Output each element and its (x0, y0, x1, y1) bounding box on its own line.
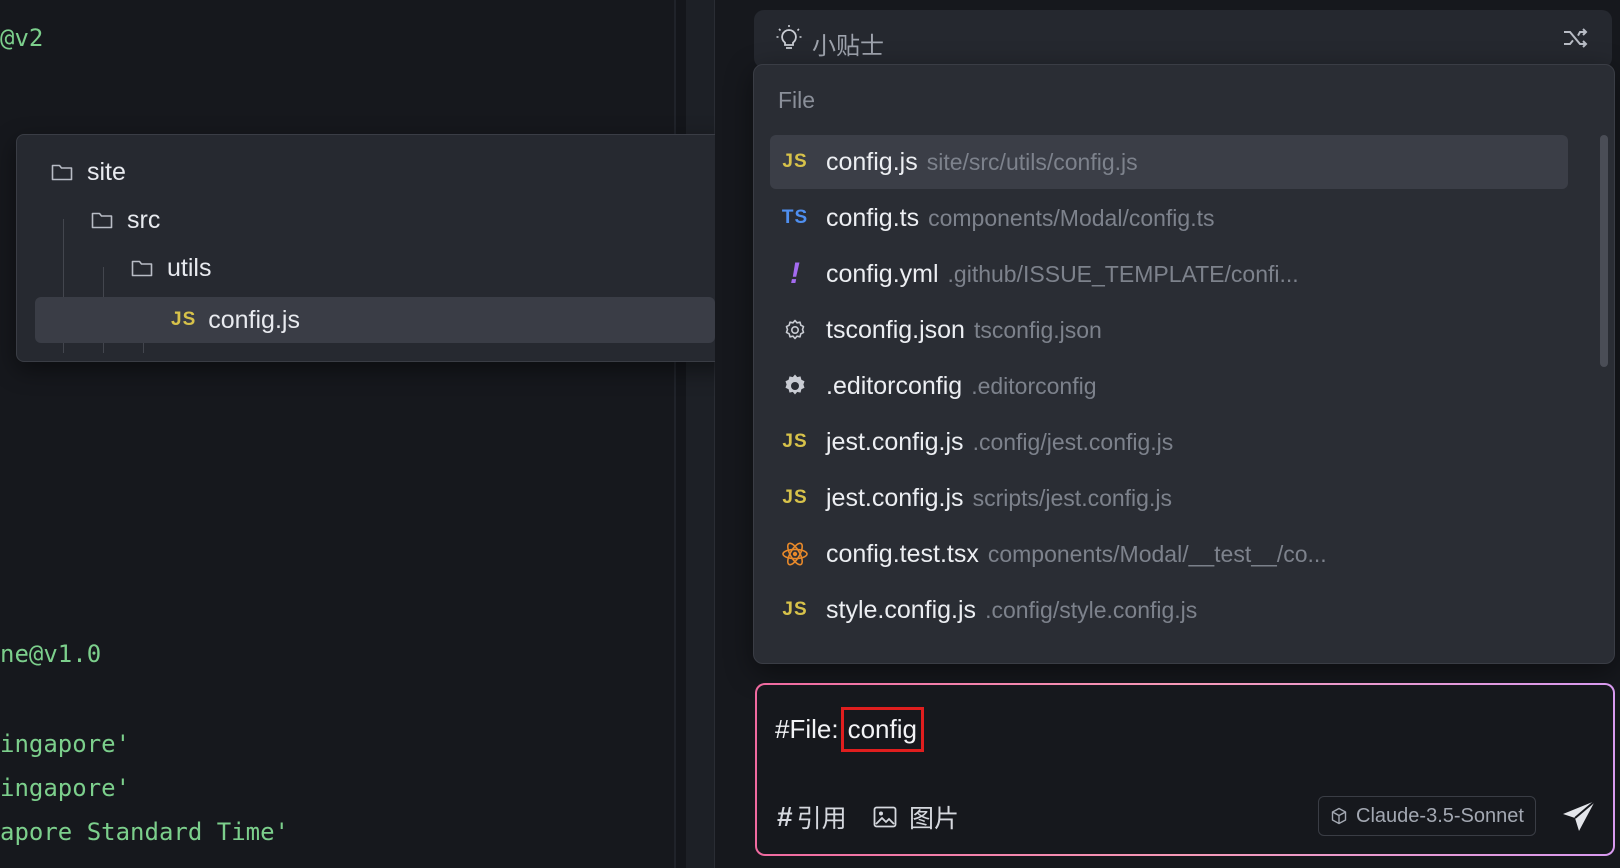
suggestion-path: components/Modal/config.ts (928, 204, 1215, 231)
tree-item-src[interactable]: src (91, 197, 160, 243)
model-selector[interactable]: Claude-3.5-Sonnet (1318, 796, 1536, 836)
folder-icon (51, 164, 73, 181)
tree-item-utils[interactable]: utils (131, 245, 211, 291)
reference-label: 引用 (796, 805, 847, 833)
js-icon: JS (782, 487, 808, 508)
file-suggestion-dropdown: File JS config.js site/src/utils/config.… (753, 64, 1615, 664)
suggestion-path: .config/jest.config.js (972, 428, 1174, 455)
code-line: apore Standard Time' (0, 818, 289, 846)
code-line: ne@v1.0 (0, 640, 102, 668)
tree-item-label: site (87, 157, 126, 186)
cube-icon (1331, 807, 1347, 825)
suggestion-name: style.config.js (826, 595, 977, 624)
hash-icon: # (777, 801, 793, 832)
tree-item-label: src (127, 205, 161, 234)
suggestion-name: config.js (826, 147, 918, 176)
code-line: ingapore' (0, 774, 131, 802)
suggestion-item[interactable]: JS config.js site/src/utils/config.js (770, 135, 1568, 189)
suggestion-name: config.yml (826, 259, 939, 288)
ts-icon: TS (781, 207, 809, 228)
suggestion-path: site/src/utils/config.js (926, 148, 1138, 175)
editor-scrollbar[interactable] (686, 0, 714, 868)
code-line: @v2 (0, 24, 44, 52)
suggestion-name: config.ts (826, 203, 920, 232)
yml-icon: ! (790, 257, 800, 290)
suggestion-path: .github/ISSUE_TEMPLATE/confi... (947, 260, 1299, 287)
suggestion-path: .config/style.config.js (985, 596, 1198, 623)
suggestion-path: .editorconfig (971, 372, 1097, 399)
folder-icon (91, 212, 113, 229)
suggestion-item[interactable]: .editorconfig .editorconfig (770, 359, 1568, 413)
suggestion-item[interactable]: JS style.config.js .config/style.config.… (770, 583, 1568, 637)
js-icon: JS (171, 309, 197, 330)
send-icon[interactable] (1561, 799, 1597, 833)
js-icon: JS (782, 151, 808, 172)
lightbulb-icon (776, 25, 802, 49)
tree-item-config-js[interactable]: JS config.js (35, 297, 715, 343)
code-line: ingapore' (0, 730, 131, 758)
react-icon (782, 542, 808, 566)
tips-label: 小贴士 (812, 33, 884, 60)
input-mention: config (840, 707, 924, 752)
folder-icon (131, 260, 153, 277)
suggestion-name: tsconfig.json (826, 315, 965, 344)
image-button[interactable]: 图片 (873, 799, 959, 835)
tree-item-label: config.js (208, 305, 300, 334)
editor-edge (674, 0, 676, 868)
code-editor[interactable]: @v2 ne@v1.0 ingapore' ingapore' apore St… (0, 0, 676, 868)
suggestion-name: jest.config.js (826, 427, 964, 456)
image-icon (873, 806, 897, 828)
suggestion-item[interactable]: ! config.yml .github/ISSUE_TEMPLATE/conf… (770, 247, 1568, 301)
suggestion-item[interactable]: tsconfig.json tsconfig.json (770, 303, 1568, 357)
chat-input[interactable]: #File: config (775, 707, 924, 752)
suggestion-item[interactable]: config.test.tsx components/Modal/__test_… (770, 527, 1568, 581)
dropdown-header: File (778, 87, 816, 113)
suggestion-path: scripts/jest.config.js (972, 484, 1172, 511)
suggestion-name: config.test.tsx (826, 539, 979, 568)
tree-item-label: utils (167, 253, 212, 282)
tips-bar: 小贴士 (754, 10, 1612, 68)
suggestion-item[interactable]: JS jest.config.js scripts/jest.config.js (770, 471, 1568, 525)
chat-input-box[interactable]: #File: config # 引用 图片 Claude-3.5-Sonnet (755, 683, 1615, 856)
dropdown-scrollbar[interactable] (1600, 135, 1608, 367)
suggestion-path: tsconfig.json (973, 316, 1102, 343)
js-icon: JS (782, 431, 808, 452)
suggestion-item[interactable]: JS jest.config.js .config/jest.config.js (770, 415, 1568, 469)
suggestion-name: jest.config.js (826, 483, 964, 512)
tree-item-site[interactable]: site (51, 149, 126, 195)
reference-button[interactable]: # 引用 (777, 799, 847, 835)
suggestion-name: .editorconfig (826, 371, 963, 400)
image-label: 图片 (909, 805, 960, 833)
js-icon: JS (782, 599, 808, 620)
input-prefix: #File: (775, 714, 839, 744)
model-name: Claude-3.5-Sonnet (1356, 804, 1524, 827)
shuffle-icon[interactable] (1562, 26, 1590, 50)
suggestion-path: components/Modal/__test__/co... (987, 540, 1327, 567)
gear-outline-icon (785, 319, 805, 340)
file-tree-popup: site src utils JS config.js (16, 134, 736, 362)
gear-icon (785, 374, 805, 395)
suggestion-item[interactable]: TS config.ts components/Modal/config.ts (770, 191, 1568, 245)
